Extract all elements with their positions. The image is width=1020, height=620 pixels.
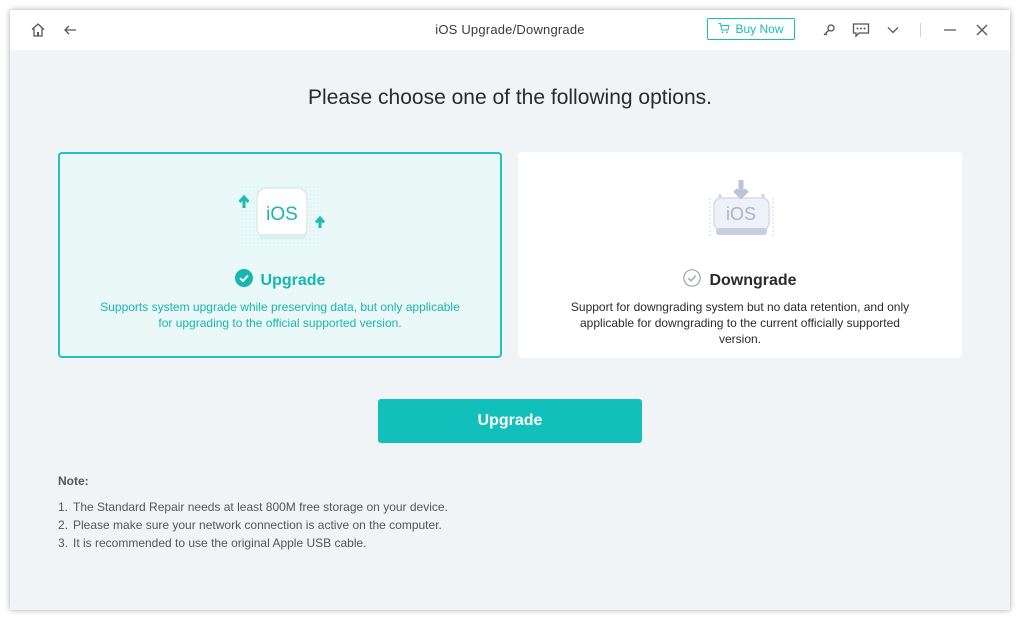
upgrade-option-card[interactable]: iOS Upgrade Supports system upgrade whil… (58, 152, 502, 358)
ios-downgrade-icon-text: iOS (726, 204, 756, 224)
note-item-number: 1. (58, 500, 69, 514)
upgrade-description: Supports system upgrade while preserving… (100, 300, 460, 330)
note-item-text: The Standard Repair needs at least 800M … (73, 500, 448, 514)
close-icon[interactable] (972, 20, 992, 40)
ios-icon-text: iOS (266, 204, 298, 225)
minimize-icon[interactable] (940, 20, 960, 40)
upgrade-title-label: Upgrade (260, 271, 326, 289)
note-title: Note: (58, 474, 89, 488)
downgrade-title: Downgrade (518, 269, 962, 292)
titlebar-divider (920, 23, 921, 37)
upgrade-button[interactable]: Upgrade (378, 399, 642, 443)
buy-now-button[interactable]: Buy Now (707, 18, 795, 40)
page-heading: Please choose one of the following optio… (308, 86, 712, 109)
app-window: iOS Upgrade/Downgrade Buy Now Please cho… (10, 10, 1010, 610)
buy-now-label: Buy Now (735, 22, 784, 36)
feedback-icon[interactable] (851, 20, 871, 40)
note-item: 3. It is recommended to use the original … (58, 534, 448, 552)
check-circle-outline-icon (683, 269, 702, 292)
note-item-text: Please make sure your network connection… (73, 518, 442, 532)
upgrade-title: Upgrade (60, 269, 500, 292)
note-item: 2. Please make sure your network connecti… (58, 516, 448, 534)
home-icon[interactable] (28, 20, 48, 40)
note-item-number: 2. (58, 518, 69, 532)
ios-downgrade-icon: iOS (685, 176, 795, 256)
check-circle-icon (234, 269, 253, 292)
note-list: 1. The Standard Repair needs at least 800… (58, 498, 448, 552)
downgrade-description: Support for downgrading system but no da… (570, 300, 910, 346)
downgrade-option-card[interactable]: iOS Downgrade Support for downgrading sy… (518, 152, 962, 358)
ios-upgrade-icon: iOS (225, 178, 335, 258)
note-item: 1. The Standard Repair needs at least 800… (58, 498, 448, 516)
key-icon[interactable] (819, 20, 839, 40)
title-bar: iOS Upgrade/Downgrade Buy Now (10, 10, 1010, 50)
note-item-number: 3. (58, 536, 69, 550)
back-icon[interactable] (60, 20, 80, 40)
downgrade-title-label: Downgrade (709, 271, 797, 289)
note-item-text: It is recommended to use the original Ap… (73, 536, 367, 550)
chevron-down-icon[interactable] (883, 20, 903, 40)
cart-icon (718, 22, 731, 37)
